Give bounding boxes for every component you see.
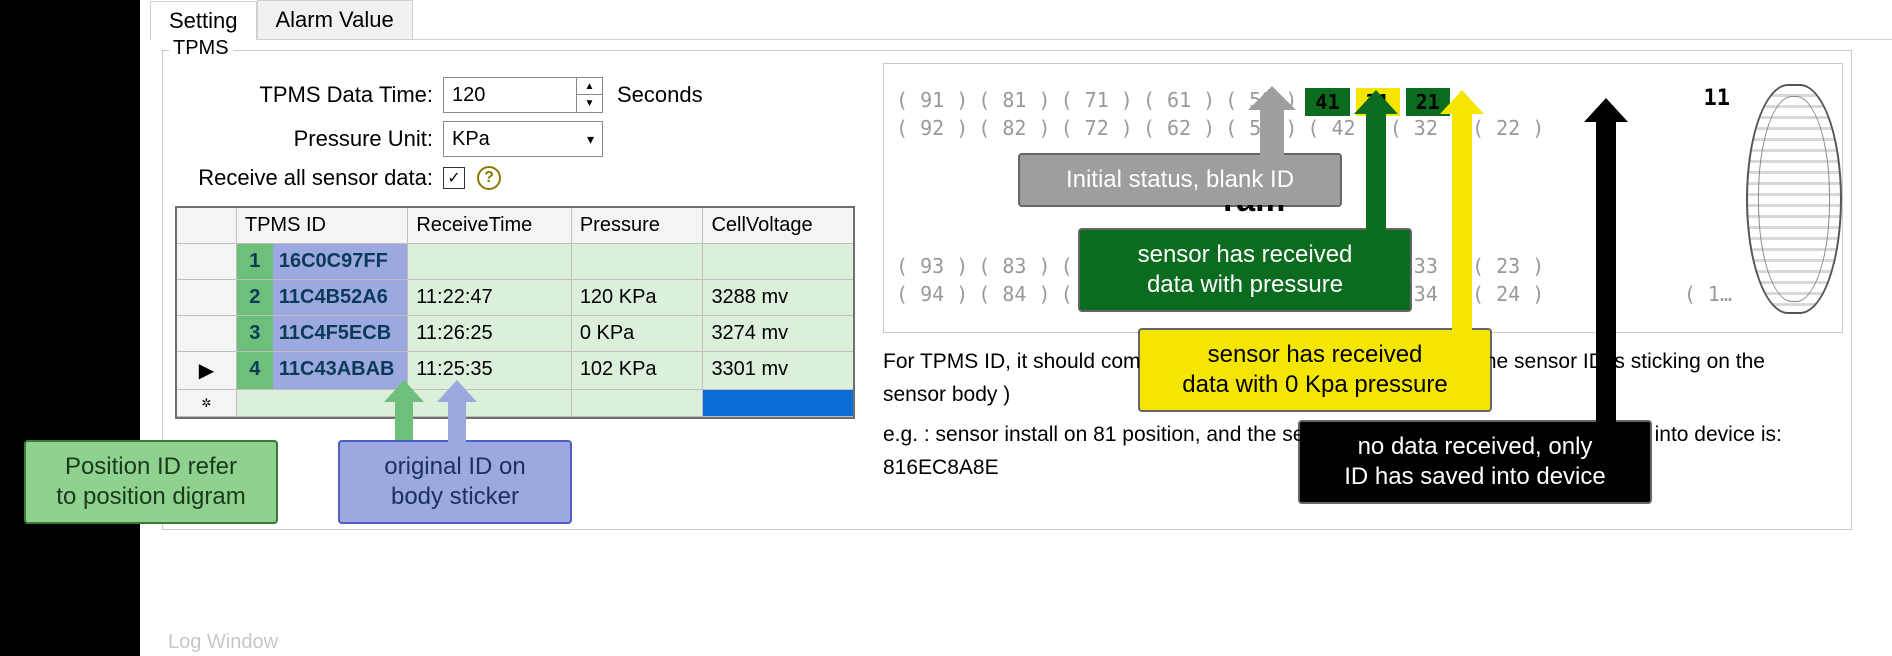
cell-body-id[interactable]: 11C4F5ECB (273, 316, 407, 351)
pos-cell: 94 (894, 282, 970, 306)
col-pressure[interactable]: Pressure (572, 208, 704, 244)
tabs: Setting Alarm Value (150, 0, 1892, 40)
pos-cell: 81 (976, 88, 1052, 116)
arrow-icon (1452, 112, 1472, 332)
col-id[interactable]: TPMS ID (237, 208, 408, 244)
value-pressure-unit: KPa (452, 128, 490, 151)
table-row[interactable]: 3 11C4F5ECB 11:26:25 0 KPa 3274 mv (177, 316, 853, 352)
tab-alarm-value[interactable]: Alarm Value (257, 0, 413, 39)
arrow-icon (1596, 120, 1616, 424)
pos-cell: 82 (976, 116, 1052, 140)
diagram-row: 92 82 72 62 52 42 32 22 (894, 116, 1546, 140)
table-row[interactable]: ▶ 4 11C43ABAB 11:25:35 102 KPa 3301 mv (177, 352, 853, 390)
cell-body-id[interactable]: 11C4B52A6 (273, 280, 407, 315)
cell-voltage: 3274 mv (703, 316, 853, 352)
pos-cell: 83 (976, 254, 1052, 278)
table-row[interactable]: 2 11C4B52A6 11:22:47 120 KPa 3288 mv (177, 280, 853, 316)
pos-cell-active: 41 (1305, 88, 1349, 116)
cell-voltage (703, 244, 853, 280)
arrow-icon (1260, 108, 1284, 158)
cell-voltage: 3288 mv (703, 280, 853, 316)
callout-position-id: Position ID refer to position digram (26, 442, 276, 522)
cell-body-id[interactable]: 16C0C97FF (273, 244, 407, 279)
cell-pressure: 0 KPa (572, 316, 704, 352)
help-icon[interactable]: ? (477, 166, 501, 190)
value-data-time: 120 (452, 84, 485, 107)
callout-initial-status: Initial status, blank ID (1020, 155, 1340, 205)
cell-pressure (572, 244, 704, 280)
pos-cell: 91 (894, 88, 970, 116)
pos-cell: 23 (1470, 254, 1546, 278)
cell-time: 11:25:35 (408, 352, 572, 390)
cell-time: 11:26:25 (408, 316, 572, 352)
col-time[interactable]: ReceiveTime (408, 208, 572, 244)
group-title: TPMS (169, 37, 233, 60)
label-pressure-unit: Pressure Unit: (173, 126, 443, 152)
row-selector[interactable] (177, 244, 237, 280)
cell-pos-id[interactable]: 2 (237, 280, 273, 315)
pos-cell: 24 (1470, 282, 1546, 306)
col-rowhdr (177, 208, 237, 244)
input-data-time[interactable]: 120 ▲ ▼ (443, 77, 603, 113)
label-data-time: TPMS Data Time: (173, 82, 443, 108)
chevron-down-icon[interactable]: ▼ (577, 95, 602, 112)
unit-seconds: Seconds (617, 82, 703, 108)
label-receive-all: Receive all sensor data: (173, 165, 443, 191)
pos-cell: 93 (894, 254, 970, 278)
cell-pos-id[interactable]: 3 (237, 316, 273, 351)
row-selector[interactable]: ▶ (177, 352, 237, 390)
pos-cell: 22 (1470, 116, 1546, 140)
arrow-icon (1248, 86, 1296, 110)
pos-cell: 62 (1141, 116, 1217, 140)
callout-data-with-pressure: sensor has received data with pressure (1080, 230, 1410, 310)
cell-time: 11:22:47 (408, 280, 572, 316)
pos-cell: 72 (1059, 116, 1135, 140)
spinner-data-time[interactable]: ▲ ▼ (576, 78, 602, 112)
cell-voltage: 3301 mv (703, 352, 853, 390)
truck-wheel-icon (1746, 84, 1842, 314)
row-data-time: TPMS Data Time: 120 ▲ ▼ Seconds (173, 77, 703, 113)
cell-pos-id[interactable]: 1 (237, 244, 273, 279)
pos-cell: 84 (976, 282, 1052, 306)
row-pressure-unit: Pressure Unit: KPa ▾ (173, 121, 603, 157)
cell-pressure: 102 KPa (572, 352, 704, 390)
row-selector[interactable]: ✲ (177, 390, 237, 417)
pos-cell: 61 (1141, 88, 1217, 116)
arrow-icon (1354, 90, 1398, 114)
pos-cell: 71 (1059, 88, 1135, 116)
pos-tractor-bottom: ( 1… (1684, 282, 1732, 306)
row-receive-all: Receive all sensor data: ✓ ? (173, 165, 501, 191)
callout-zero-pressure: sensor has received data with 0 Kpa pres… (1140, 330, 1490, 410)
checkbox-receive-all[interactable]: ✓ (443, 167, 465, 189)
select-pressure-unit[interactable]: KPa ▾ (443, 121, 603, 157)
chevron-down-icon: ▾ (587, 131, 594, 148)
pos-tractor-top: 11 (1702, 86, 1733, 111)
callout-no-data: no data received, only ID has saved into… (1300, 422, 1650, 502)
cell-pressure: 120 KPa (572, 280, 704, 316)
arrow-icon (1584, 98, 1628, 122)
cell-time (408, 244, 572, 280)
table-row[interactable]: 1 16C0C97FF (177, 244, 853, 280)
arrow-icon (395, 400, 413, 444)
arrow-icon (384, 380, 424, 402)
pos-cell: 92 (894, 116, 970, 140)
log-window-label: Log Window (168, 631, 278, 654)
row-selector[interactable] (177, 316, 237, 352)
cell-pos-id[interactable]: 4 (237, 352, 273, 389)
tpms-grid: TPMS ID ReceiveTime Pressure CellVoltage… (175, 206, 855, 419)
row-selector[interactable] (177, 280, 237, 316)
arrow-icon (448, 400, 466, 444)
col-voltage[interactable]: CellVoltage (703, 208, 853, 244)
tab-setting[interactable]: Setting (150, 1, 257, 40)
arrow-icon (1366, 112, 1386, 232)
table-row[interactable]: ✲ (177, 390, 853, 417)
callout-original-id: original ID on body sticker (340, 442, 570, 522)
arrow-icon (437, 380, 477, 402)
arrow-icon (1440, 90, 1484, 114)
chevron-up-icon[interactable]: ▲ (577, 78, 602, 95)
